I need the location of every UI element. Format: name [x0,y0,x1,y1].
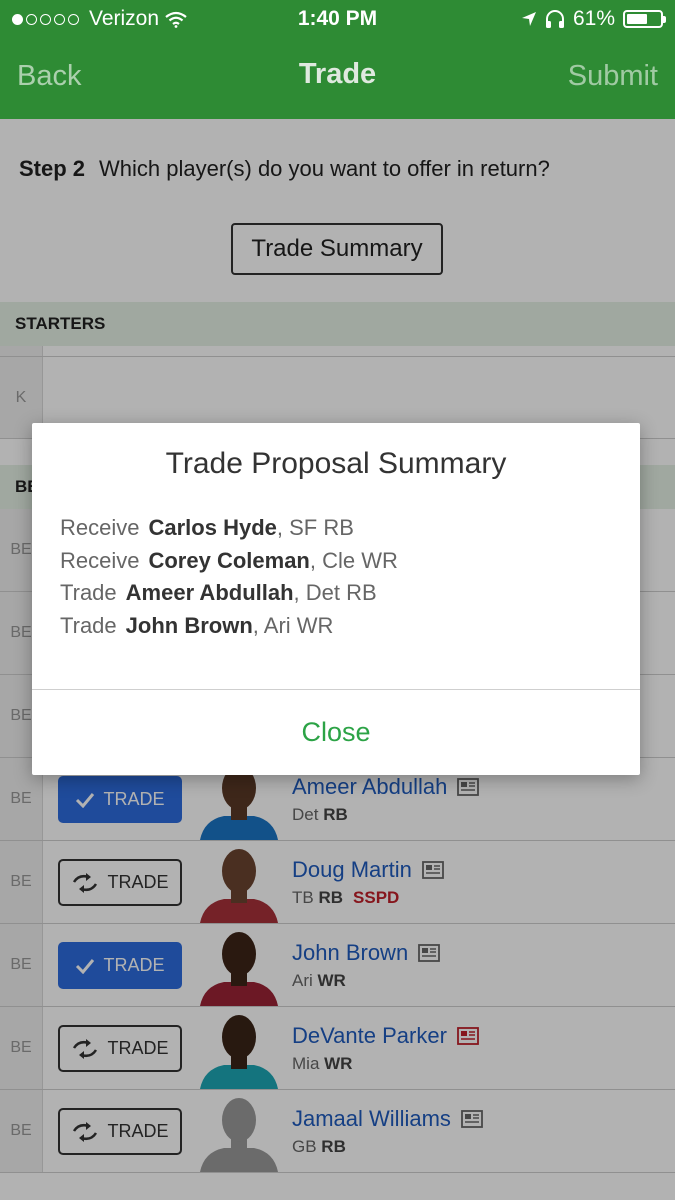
trade-verb: Trade [60,580,117,605]
battery-icon [623,10,666,28]
status-indicators: 61% [521,7,666,31]
trade-line: Receive Carlos Hyde, SF RB [60,515,398,548]
nav-bar: Back Trade Submit [0,38,675,119]
trade-line: Trade John Brown, Ari WR [60,613,398,646]
battery-percent: 61% [572,7,615,30]
trade-detail: , Cle WR [309,547,398,573]
dialog-title: Trade Proposal Summary [165,447,507,480]
close-button[interactable]: Close [32,689,640,775]
location-arrow-icon [521,12,536,26]
trade-player: Ameer Abdullah [125,580,294,605]
app-header: Verizon 1:40 PM 61% Back Trade Submit [0,0,675,119]
trade-lines: Receive Carlos Hyde, SF RB Receive Corey C… [60,515,398,645]
trade-player: Carlos Hyde [148,515,277,540]
trade-verb: Receive [60,547,140,573]
trade-line: Trade Ameer Abdullah, Det RB [60,580,398,613]
status-bar: Verizon 1:40 PM 61% [0,0,675,38]
trade-player: Corey Coleman [148,547,310,573]
trade-summary-dialog: Trade Proposal Summary Receive Carlos Hyd… [32,423,640,775]
trade-player: John Brown [125,612,253,638]
trade-detail: , Ari WR [252,612,334,638]
trade-line: Receive Corey Coleman, Cle WR [60,548,398,581]
trade-detail: , Det RB [293,580,377,605]
trade-verb: Trade [60,612,117,638]
trade-detail: , SF RB [276,515,354,540]
trade-verb: Receive [60,515,140,540]
submit-button[interactable]: Submit [568,60,658,93]
headphones-icon [545,10,564,28]
